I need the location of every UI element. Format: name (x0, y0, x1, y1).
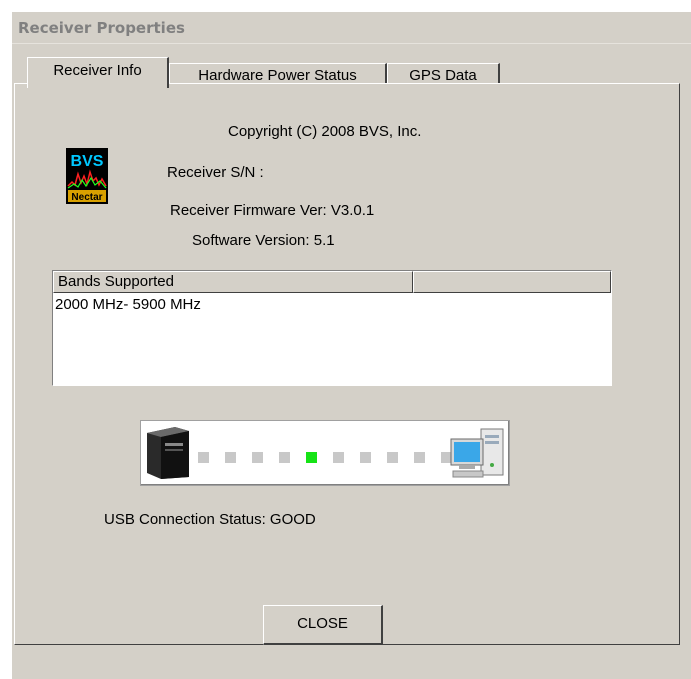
usb-led (360, 452, 371, 463)
tab-hardware-power-status-label: Hardware Power Status (198, 67, 357, 84)
usb-led (387, 452, 398, 463)
list-header: Bands Supported (53, 271, 611, 294)
receiver-serial-label: Receiver S/N : (167, 164, 264, 181)
usb-connection-status-text: USB Connection Status: GOOD (104, 511, 316, 528)
window-title: Receiver Properties (18, 19, 185, 37)
usb-connection-indicator (140, 420, 510, 486)
list-item[interactable]: 2000 MHz- 5900 MHz (55, 296, 201, 313)
column-header-label: Bands Supported (58, 273, 174, 290)
usb-led (333, 452, 344, 463)
logo-text-nectar: Nectar (71, 192, 102, 203)
close-button-label: CLOSE (297, 615, 348, 632)
usb-led (225, 452, 236, 463)
software-version-label: Software Version: 5.1 (192, 232, 335, 249)
logo-text-bvs: BVS (71, 153, 104, 170)
title-bar[interactable]: Receiver Properties (12, 12, 691, 44)
usb-led (279, 452, 290, 463)
usb-led (414, 452, 425, 463)
firmware-version-label: Receiver Firmware Ver: V3.0.1 (170, 202, 375, 219)
bands-list-view[interactable]: Bands Supported 2000 MHz- 5900 MHz (52, 270, 612, 386)
usb-led-active (306, 452, 317, 463)
usb-led (252, 452, 263, 463)
close-button[interactable]: CLOSE (263, 605, 383, 645)
column-header-empty[interactable] (413, 271, 611, 293)
computer-icon (450, 428, 504, 478)
receiver-device-icon (147, 427, 189, 479)
copyright-text: Copyright (C) 2008 BVS, Inc. (228, 123, 422, 140)
tab-gps-data-label: GPS Data (409, 67, 477, 84)
column-header-bands-supported[interactable]: Bands Supported (53, 271, 413, 293)
tab-receiver-info-label: Receiver Info (53, 62, 142, 79)
bvs-nectar-logo-icon: BVS Nectar (66, 148, 108, 204)
usb-led (198, 452, 209, 463)
tab-receiver-info[interactable]: Receiver Info (27, 57, 169, 88)
